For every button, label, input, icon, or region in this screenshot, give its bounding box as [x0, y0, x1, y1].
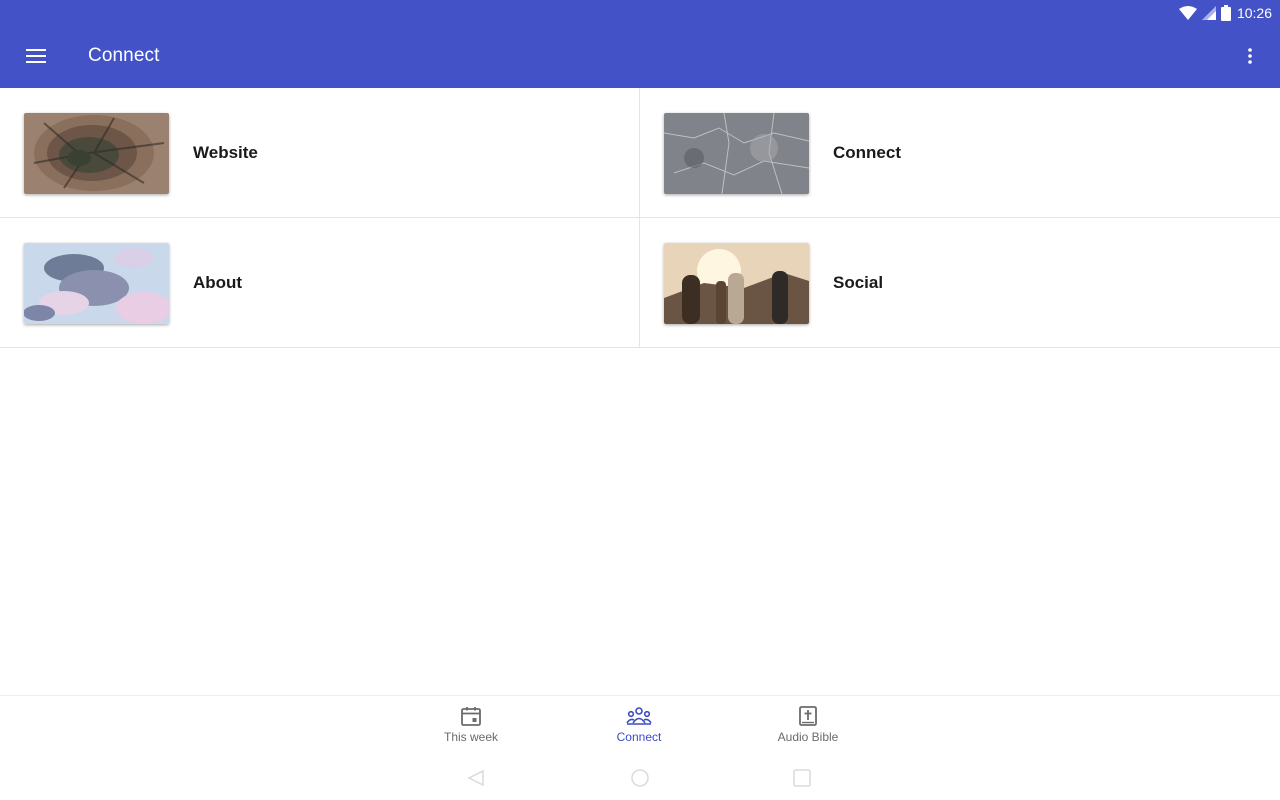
- toolbar: Connect: [0, 24, 1280, 88]
- calendar-icon: [461, 707, 481, 726]
- back-icon[interactable]: [466, 768, 486, 788]
- battery-icon: [1220, 5, 1231, 21]
- page-title: Connect: [88, 45, 160, 66]
- bottom-navigation: This week Connect Audio Bible: [0, 695, 1280, 759]
- tile-label: Social: [833, 273, 884, 292]
- nav-connect[interactable]: Connect: [569, 696, 709, 760]
- tile-about[interactable]: About: [0, 218, 640, 348]
- home-icon[interactable]: [630, 768, 650, 788]
- bible-icon: [799, 706, 817, 726]
- nav-audio-bible[interactable]: Audio Bible: [738, 696, 878, 760]
- system-navigation-bar: [0, 760, 1280, 800]
- connect-thumbnail: [664, 112, 809, 194]
- social-thumbnail: [664, 242, 809, 324]
- signal-icon: [1201, 6, 1216, 20]
- more-options-button[interactable]: [1234, 42, 1266, 70]
- status-bar: 10:26: [1178, 4, 1272, 22]
- tile-row: Website Connect: [0, 88, 1280, 218]
- nav-label: Connect: [616, 730, 662, 744]
- tile-grid: Website Connect About Social: [0, 88, 1280, 348]
- nav-label: Audio Bible: [777, 730, 839, 744]
- app-bar: 10:26 Connect: [0, 0, 1280, 88]
- wifi-icon: [1178, 6, 1197, 20]
- status-time: 10:26: [1236, 5, 1272, 21]
- about-thumbnail: [24, 242, 169, 324]
- hamburger-menu-icon: [26, 49, 46, 63]
- tile-social[interactable]: Social: [640, 218, 1280, 348]
- website-thumbnail: [24, 112, 169, 194]
- tile-label: Website: [193, 143, 258, 162]
- nav-this-week[interactable]: This week: [401, 696, 541, 760]
- tile-label: About: [193, 273, 243, 292]
- tile-website[interactable]: Website: [0, 88, 640, 218]
- recents-icon[interactable]: [792, 768, 812, 788]
- tile-row: About Social: [0, 218, 1280, 348]
- tile-connect[interactable]: Connect: [640, 88, 1280, 218]
- hamburger-menu-button[interactable]: [0, 24, 72, 88]
- tile-label: Connect: [833, 143, 901, 162]
- people-group-icon: [626, 707, 652, 725]
- more-vert-icon: [1248, 48, 1252, 64]
- nav-label: This week: [443, 730, 499, 744]
